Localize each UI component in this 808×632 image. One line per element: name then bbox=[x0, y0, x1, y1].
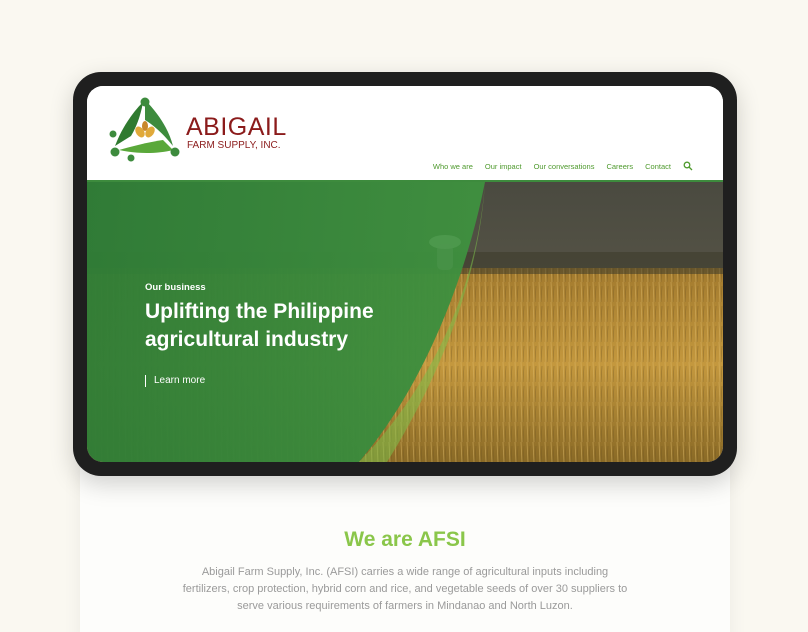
hero-banner: Our business Uplifting the Philippine ag… bbox=[87, 182, 723, 462]
nav-our-impact[interactable]: Our impact bbox=[485, 162, 522, 171]
brand-subtitle: FARM SUPPLY, INC. bbox=[187, 140, 281, 151]
hero-title: Uplifting the Philippine agricultural in… bbox=[145, 298, 445, 354]
website-screen: ABIGAIL FARM SUPPLY, INC. Who we are Our… bbox=[87, 86, 723, 462]
search-icon[interactable] bbox=[683, 161, 693, 171]
site-header: ABIGAIL FARM SUPPLY, INC. Who we are Our… bbox=[87, 86, 723, 182]
nav-our-conversations[interactable]: Our conversations bbox=[534, 162, 595, 171]
about-section: We are AFSI Abigail Farm Supply, Inc. (A… bbox=[80, 462, 730, 632]
main-nav: Who we are Our impact Our conversations … bbox=[433, 161, 693, 171]
tablet-frame: ABIGAIL FARM SUPPLY, INC. Who we are Our… bbox=[73, 72, 737, 476]
hero-eyebrow: Our business bbox=[145, 282, 206, 293]
nav-contact[interactable]: Contact bbox=[645, 162, 671, 171]
leaf-logo-icon bbox=[109, 97, 180, 162]
about-heading: We are AFSI bbox=[344, 528, 466, 551]
hero-title-line-2: agricultural industry bbox=[145, 328, 349, 351]
about-text: Abigail Farm Supply, Inc. (AFSI) carries… bbox=[182, 566, 628, 612]
logo[interactable]: ABIGAIL FARM SUPPLY, INC. bbox=[109, 96, 309, 162]
learn-more-link[interactable]: Learn more bbox=[145, 375, 205, 387]
hero-title-line-1: Uplifting the Philippine bbox=[145, 300, 374, 323]
nav-who-we-are[interactable]: Who we are bbox=[433, 162, 473, 171]
brand-name: ABIGAIL bbox=[186, 113, 287, 141]
nav-careers[interactable]: Careers bbox=[606, 162, 633, 171]
